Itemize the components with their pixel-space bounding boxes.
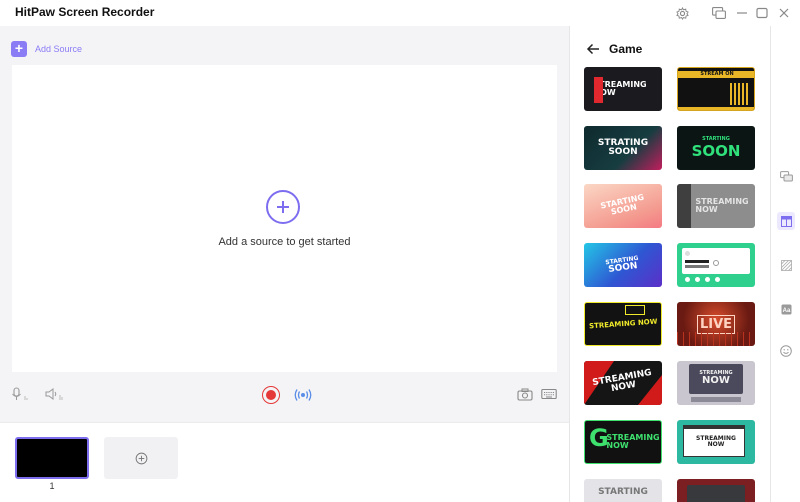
record-button[interactable] xyxy=(261,385,281,405)
record-icon xyxy=(262,386,280,404)
text-icon[interactable]: Aa xyxy=(777,300,795,318)
template-card-15-line1: STARTING xyxy=(598,486,648,497)
microphone-icon[interactable] xyxy=(10,385,32,403)
template-card-9[interactable]: STREAMING NOW xyxy=(584,302,662,346)
template-card-8[interactable] xyxy=(677,243,755,287)
live-stream-button[interactable] xyxy=(292,385,314,405)
template-card-13[interactable]: G STREAMING NOW xyxy=(584,420,662,464)
template-card-1[interactable]: STREAMING NOW xyxy=(584,67,662,111)
camera-icon[interactable] xyxy=(516,386,534,402)
template-card-10-line1: LIVE xyxy=(696,314,736,334)
add-source-label: Add Source xyxy=(35,44,83,54)
minimize-icon[interactable] xyxy=(734,5,750,21)
workspace: + Add Source Add a source to get started xyxy=(0,26,569,422)
template-card-2-line1: STREAM ON xyxy=(700,71,734,77)
template-card-12-line2: NOW xyxy=(702,374,730,386)
plus-icon: + xyxy=(11,41,27,57)
panel-title: Game xyxy=(609,42,643,56)
panel-header: Game xyxy=(586,42,642,56)
emoji-icon[interactable] xyxy=(777,342,795,360)
template-card-13-line2: NOW xyxy=(606,441,629,450)
plus-circle-icon xyxy=(135,452,147,464)
template-card-6[interactable]: STREAMING NOW xyxy=(677,184,755,228)
control-bar xyxy=(0,381,569,411)
template-card-3-line2: SOON xyxy=(608,147,638,157)
template-card-9-line1: STREAMING NOW xyxy=(588,317,658,330)
template-card-5[interactable]: STARTING SOON xyxy=(584,184,662,228)
scene-strip: 1 xyxy=(0,422,569,502)
template-card-10[interactable]: LIVE xyxy=(677,302,755,346)
template-panel: Game STREAMING NOW STREAM ON STRATING SO… xyxy=(570,26,770,502)
template-card-12[interactable]: STREAMING NOW xyxy=(677,361,755,405)
preview-canvas: Add a source to get started xyxy=(12,65,557,372)
scene-number: 1 xyxy=(49,481,55,491)
layout-icon[interactable] xyxy=(777,212,795,230)
chat-icon[interactable] xyxy=(777,168,795,186)
template-card-14-line2: NOW xyxy=(707,441,725,448)
speaker-icon[interactable] xyxy=(44,385,66,403)
add-source-button[interactable]: + Add Source xyxy=(11,41,82,57)
template-card-2[interactable]: STREAM ON xyxy=(677,67,755,111)
plus-icon xyxy=(277,201,289,213)
empty-state-hint: Add a source to get started xyxy=(218,236,351,248)
svg-text:Aa: Aa xyxy=(782,308,790,314)
live-stream-icon xyxy=(294,389,312,401)
template-card-16[interactable] xyxy=(677,479,755,502)
add-source-circle-button[interactable] xyxy=(266,190,300,224)
feedback-icon[interactable] xyxy=(711,5,727,21)
side-rail: Aa xyxy=(771,26,800,502)
template-card-4[interactable]: STARTING SOON xyxy=(677,126,755,170)
title-bar: HitPaw Screen Recorder xyxy=(0,0,800,26)
template-card-15[interactable]: STARTING xyxy=(584,479,662,502)
scene-thumbnail[interactable] xyxy=(15,437,89,479)
template-card-14[interactable]: STREAMING NOW xyxy=(677,420,755,464)
template-card-4-line2: SOON xyxy=(691,142,741,160)
settings-icon[interactable] xyxy=(674,5,690,21)
close-icon[interactable] xyxy=(776,5,792,21)
template-card-6-line2: NOW xyxy=(695,205,718,214)
template-card-3[interactable]: STRATING SOON xyxy=(584,126,662,170)
template-card-7[interactable]: STARTING SOON xyxy=(584,243,662,287)
maximize-icon[interactable] xyxy=(754,5,770,21)
pattern-icon[interactable] xyxy=(777,256,795,274)
template-card-11[interactable]: STREAMING NOW xyxy=(584,361,662,405)
add-scene-button[interactable] xyxy=(104,437,178,479)
keyboard-icon[interactable] xyxy=(540,386,558,402)
app-title: HitPaw Screen Recorder xyxy=(15,5,155,19)
back-arrow-icon[interactable] xyxy=(586,43,600,55)
